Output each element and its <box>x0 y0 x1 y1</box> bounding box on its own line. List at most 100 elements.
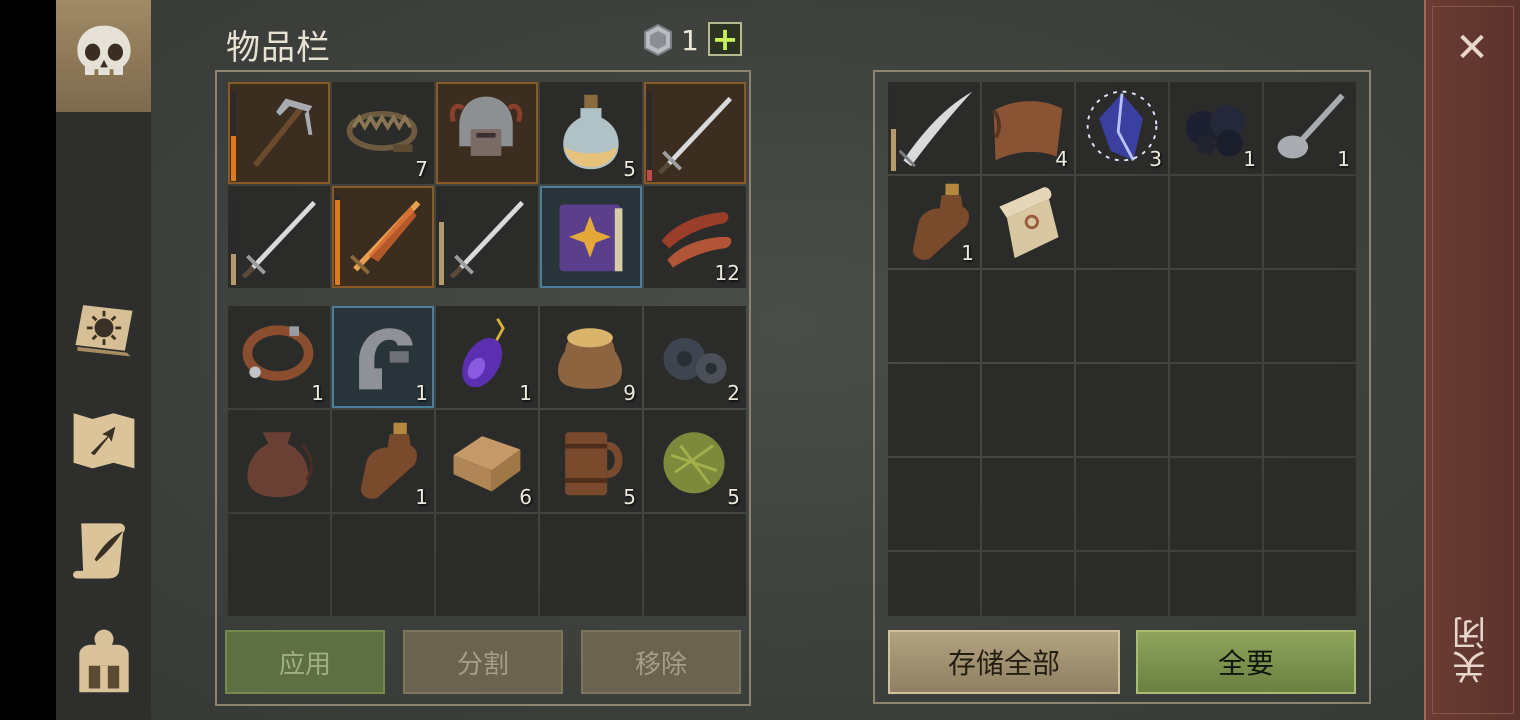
chest-slot[interactable] <box>1264 270 1356 362</box>
chest-slot[interactable] <box>1076 458 1168 550</box>
apply-button[interactable]: 应用 <box>225 630 385 694</box>
wooden-mug-icon <box>565 432 623 496</box>
chest-slot[interactable] <box>982 176 1074 268</box>
backpack-slot[interactable] <box>436 514 538 616</box>
grain-sack-icon <box>558 328 622 389</box>
skull-icon[interactable] <box>64 16 144 96</box>
leather-collar-icon <box>242 325 314 381</box>
durability-fill <box>439 222 444 285</box>
gear-parts-icon <box>663 337 727 384</box>
equipment-slot[interactable]: 12 <box>644 186 746 288</box>
pickaxe-icon <box>252 98 313 168</box>
backpack-slot[interactable] <box>644 514 746 616</box>
item-count: 1 <box>519 381 532 405</box>
chest-slot[interactable]: 1 <box>888 176 980 268</box>
close-icon[interactable]: ✕ <box>1450 25 1494 71</box>
map-arrow-icon[interactable] <box>64 398 144 478</box>
chest-slot[interactable] <box>1170 552 1262 616</box>
chest-slot[interactable] <box>1076 552 1168 616</box>
take-all-button[interactable]: 全要 <box>1136 630 1356 694</box>
backpack-slot[interactable] <box>540 514 642 616</box>
chest-slot[interactable]: 3 <box>1076 82 1168 174</box>
backpack-slot[interactable]: 1 <box>436 306 538 408</box>
item-count: 4 <box>1055 147 1068 171</box>
equipment-slot[interactable]: 5 <box>540 82 642 184</box>
backpack-slot[interactable]: 9 <box>540 306 642 408</box>
sun-book-icon[interactable] <box>64 286 144 366</box>
chest-slot[interactable] <box>1170 270 1262 362</box>
backpack-slot[interactable]: 1 <box>228 306 330 408</box>
currency-count: 1 <box>681 23 699 57</box>
backpack-slot[interactable]: 5 <box>540 410 642 512</box>
chest-slot[interactable] <box>888 364 980 456</box>
equipment-slot[interactable] <box>436 186 538 288</box>
item-count: 2 <box>727 381 740 405</box>
sword-icon <box>449 200 525 278</box>
equipment-slot[interactable] <box>540 186 642 288</box>
backpack-slot[interactable] <box>228 410 330 512</box>
backpack-slot[interactable]: 5 <box>644 410 746 512</box>
item-count: 1 <box>1243 147 1256 171</box>
item-count: 1 <box>415 381 428 405</box>
chest-slot[interactable] <box>888 552 980 616</box>
item-count: 1 <box>961 241 974 265</box>
backpack-slot[interactable]: 6 <box>436 410 538 512</box>
equipment-slot[interactable] <box>332 186 434 288</box>
equipment-slot[interactable] <box>228 186 330 288</box>
chest-slot[interactable] <box>888 82 980 174</box>
durability-fill <box>891 129 896 171</box>
chest-slot[interactable]: 4 <box>982 82 1074 174</box>
backpack-slot[interactable] <box>228 514 330 616</box>
backpack-icon[interactable] <box>64 620 144 700</box>
spell-book-icon <box>559 204 623 272</box>
backpack-slot[interactable]: 2 <box>644 306 746 408</box>
chest-slot[interactable] <box>888 458 980 550</box>
item-count: 1 <box>415 485 428 509</box>
item-count: 6 <box>519 485 532 509</box>
equipment-slot[interactable] <box>228 82 330 184</box>
backpack-slot[interactable]: 1 <box>332 306 434 408</box>
backpack-slot[interactable] <box>332 514 434 616</box>
chest-slot[interactable] <box>982 364 1074 456</box>
chest-slot[interactable]: 1 <box>1170 82 1262 174</box>
chest-slot[interactable] <box>1264 458 1356 550</box>
quill-scroll-icon[interactable] <box>64 510 144 590</box>
equipment-slot[interactable]: 7 <box>332 82 434 184</box>
chest-slot[interactable] <box>1076 364 1168 456</box>
herb-ball-icon <box>663 432 725 494</box>
chest-slot[interactable] <box>1076 270 1168 362</box>
chest-slot[interactable] <box>1170 364 1262 456</box>
chest-slot[interactable] <box>888 270 980 362</box>
durability-bar <box>439 195 444 285</box>
chest-slot[interactable] <box>982 552 1074 616</box>
flaming-sword-icon <box>350 200 421 275</box>
chest-slot[interactable] <box>1170 458 1262 550</box>
chest-slot[interactable] <box>1076 176 1168 268</box>
remove-button[interactable]: 移除 <box>581 630 741 694</box>
chest-slot[interactable]: 1 <box>1264 82 1356 174</box>
sidebar <box>56 0 151 720</box>
store-all-button[interactable]: 存储全部 <box>888 630 1120 694</box>
durability-bar <box>891 87 896 171</box>
chest-slot[interactable] <box>1264 364 1356 456</box>
chest-slot[interactable] <box>1264 552 1356 616</box>
helmet-icon <box>449 96 523 156</box>
backpack-slot[interactable]: 1 <box>332 410 434 512</box>
backpack-grid: 1 1 1 9 2 1 6 5 5 <box>228 306 746 616</box>
chest-slot[interactable] <box>982 458 1074 550</box>
equipment-slot[interactable] <box>644 82 746 184</box>
chest-slot[interactable] <box>982 270 1074 362</box>
coin-icon <box>644 23 672 57</box>
split-button[interactable]: 分割 <box>403 630 563 694</box>
chest-slot[interactable] <box>1170 176 1262 268</box>
potion-flask-icon <box>563 94 619 170</box>
add-currency-button[interactable]: + <box>708 22 742 56</box>
chest-slot[interactable] <box>1264 176 1356 268</box>
item-count: 7 <box>415 157 428 181</box>
curved-blade-icon <box>898 91 973 168</box>
leather-pouch-icon <box>247 432 313 498</box>
equipment-slot[interactable] <box>436 82 538 184</box>
durability-fill <box>231 136 236 181</box>
chest-grid: 4 3 1 1 1 <box>888 82 1356 616</box>
close-label[interactable]: 关闭 <box>1452 600 1493 700</box>
